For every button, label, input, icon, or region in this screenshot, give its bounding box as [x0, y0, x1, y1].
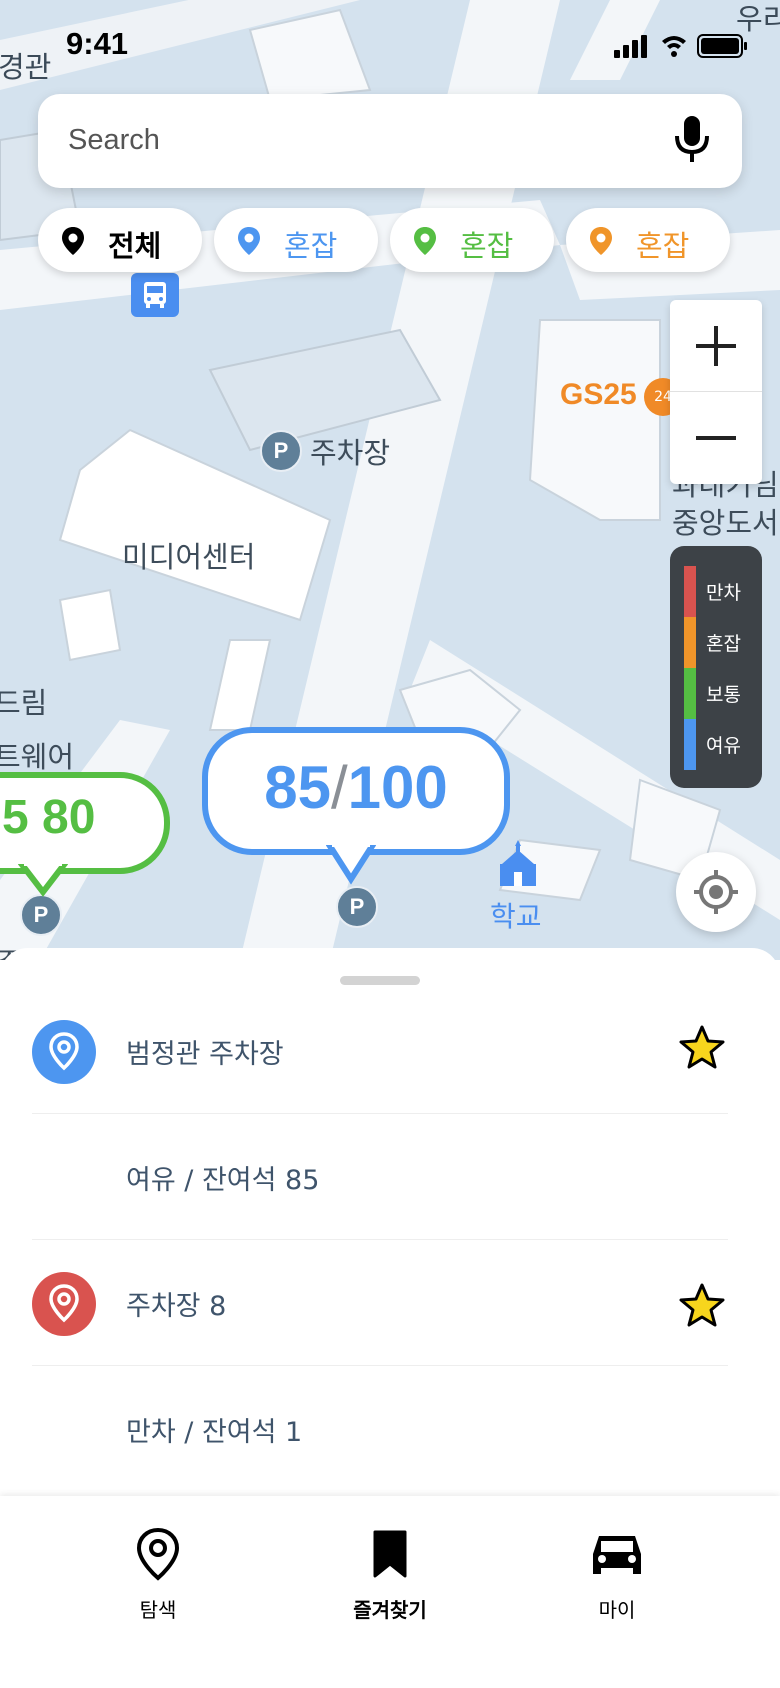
search-bar[interactable]: Search: [38, 94, 742, 188]
parking-marker-icon[interactable]: P: [20, 894, 62, 936]
search-input[interactable]: Search: [68, 124, 160, 157]
bubble-total: 100: [347, 754, 448, 821]
map-label-school: 학교: [490, 900, 542, 933]
location-pin-icon: [32, 1020, 96, 1084]
tab-bar: 탐색 즐겨찾기 마이: [0, 1496, 780, 1688]
school-icon: [496, 838, 540, 894]
location-pin-icon: [590, 227, 612, 255]
legend-label: 보통: [706, 684, 741, 706]
microphone-icon[interactable]: [672, 114, 712, 170]
list-item[interactable]: 범정관 주차장: [0, 988, 780, 1114]
signal-icon: [614, 35, 647, 58]
list-item[interactable]: 주차장 8: [0, 1240, 780, 1366]
my-location-button[interactable]: [676, 852, 756, 932]
bubble-green-text: 5 80: [2, 791, 96, 844]
bubble-used: 85: [264, 754, 331, 821]
tab-label: 탐색: [139, 1598, 177, 1622]
filter-chip-label: 전체: [108, 229, 162, 263]
map-label-gs25: GS25: [560, 378, 637, 411]
bubble-separator: /: [330, 754, 348, 821]
list-item[interactable]: 만차 / 잔여석 1: [0, 1366, 780, 1492]
zoom-controls: [670, 300, 762, 484]
filter-chip-label: 혼잡: [636, 229, 690, 263]
star-icon[interactable]: [678, 1282, 726, 1332]
parking-marker-icon[interactable]: P: [336, 886, 378, 928]
legend-bar-full: [684, 566, 696, 617]
filter-chip-orange[interactable]: 혼잡: [566, 208, 730, 272]
legend-label: 혼잡: [706, 633, 741, 655]
map-label-parking: 주차장: [310, 436, 391, 470]
filter-chip-label: 혼잡: [460, 229, 514, 263]
bubble-tail: [326, 845, 376, 885]
plus-icon: [696, 326, 736, 366]
location-pin-icon: [32, 1272, 96, 1336]
legend-bar-free: [684, 719, 696, 770]
filter-chip-green[interactable]: 혼잡: [390, 208, 554, 272]
map-label-dream: 드림: [0, 686, 48, 720]
capacity-bubble-blue[interactable]: 85/100: [202, 727, 510, 855]
congestion-legend: 만차 혼잡 보통 여유: [670, 546, 762, 788]
tab-explore[interactable]: 탐색: [78, 1526, 238, 1623]
legend-label: 여유: [706, 735, 741, 757]
status-bar: 9:41: [0, 0, 780, 90]
filter-chip-all[interactable]: 전체: [38, 208, 202, 272]
minus-icon: [696, 436, 736, 440]
map-pin-icon: [136, 1527, 180, 1581]
list-item-title: 범정관 주차장: [126, 1039, 284, 1070]
bubble-tail-green: [18, 864, 68, 897]
zoom-in-button[interactable]: [670, 300, 762, 392]
filter-chip-label: 혼잡: [284, 229, 338, 263]
status-icons: [614, 32, 752, 64]
car-icon: [593, 1536, 641, 1574]
tab-bookmarks[interactable]: 즐겨찾기: [310, 1526, 470, 1623]
crosshair-icon: [694, 870, 738, 914]
sheet-handle[interactable]: [340, 976, 420, 985]
map-label-software: 트웨어: [0, 740, 75, 774]
legend-label: 만차: [706, 582, 741, 604]
list-item-status: 여유 / 잔여석 85: [126, 1165, 320, 1196]
map-label-library-line2: 중앙도서: [672, 506, 779, 540]
list-item-title: 주차장 8: [126, 1291, 227, 1322]
tab-my[interactable]: 마이: [537, 1526, 697, 1623]
legend-bar-normal: [684, 668, 696, 719]
capacity-bubble-green[interactable]: 5 80: [0, 772, 170, 874]
location-pin-icon: [238, 227, 260, 255]
parking-marker-icon[interactable]: P: [260, 430, 302, 472]
tab-label: 마이: [598, 1598, 636, 1622]
app-screen: 경관 우리 P 주차장 미디어센터 드림 트웨어 GS25 24 과대기님 중앙…: [0, 0, 780, 1688]
list-item[interactable]: 여유 / 잔여석 85: [0, 1114, 780, 1240]
location-pin-icon: [414, 227, 436, 255]
bottom-sheet[interactable]: 범정관 주차장 여유 / 잔여석 85 주차장 8 만차 / 잔여석 1: [0, 948, 780, 1496]
filter-chip-blue[interactable]: 혼잡: [214, 208, 378, 272]
status-time: 9:41: [66, 26, 129, 61]
wifi-icon: [662, 36, 686, 57]
bookmark-icon: [373, 1530, 407, 1578]
tab-label: 즐겨찾기: [353, 1598, 427, 1622]
list-item-status: 만차 / 잔여석 1: [126, 1417, 303, 1448]
star-icon[interactable]: [678, 1024, 726, 1074]
bus-stop-icon[interactable]: [131, 273, 179, 317]
zoom-out-button[interactable]: [670, 392, 762, 484]
legend-bar-busy: [684, 617, 696, 668]
location-pin-icon: [62, 227, 84, 255]
battery-icon: [697, 34, 747, 58]
map-label-media-center: 미디어센터: [122, 540, 256, 574]
